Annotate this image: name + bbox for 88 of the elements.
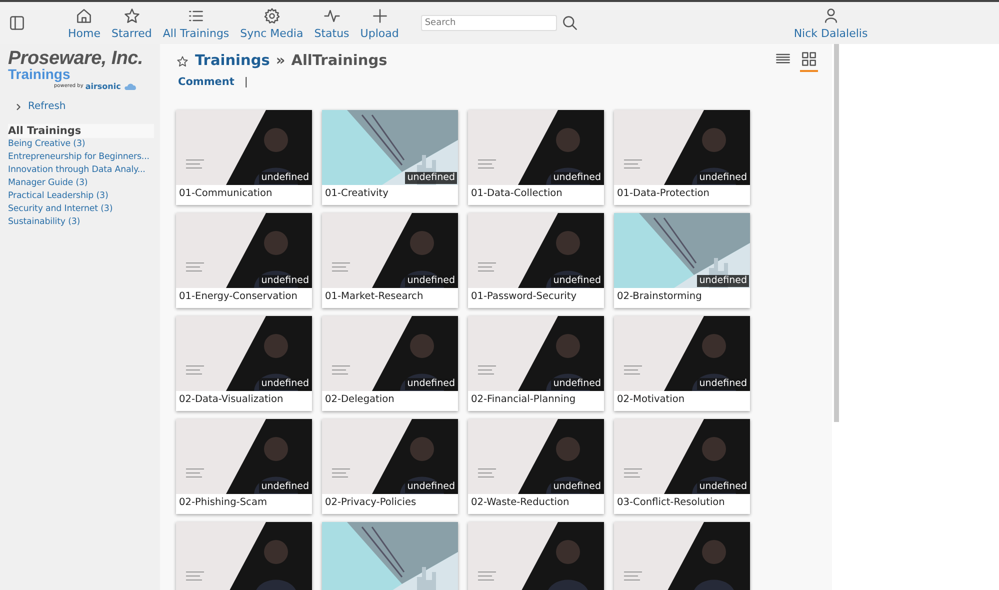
card-title: 03-Conflict-Resolution <box>616 496 726 508</box>
search-field[interactable]: Search <box>420 15 557 31</box>
training-card[interactable]: undefined 02-Data-Visualization <box>176 316 312 411</box>
duration-label: undefined <box>697 172 749 184</box>
duration-label: undefined <box>405 172 457 184</box>
duration-label: undefined <box>259 378 311 390</box>
training-card[interactable]: undefined 02-Phishing-Scam <box>176 419 312 514</box>
training-card[interactable]: undefined 01-Data-Collection <box>468 110 604 205</box>
duration-label: undefined <box>697 378 749 390</box>
duration-label: undefined <box>405 275 457 287</box>
training-card[interactable] <box>176 522 312 590</box>
duration-label: undefined <box>697 275 749 287</box>
nav-link[interactable]: Home <box>68 6 100 40</box>
duration-label: undefined <box>259 481 311 493</box>
card-title: 02-Data-Visualization <box>178 393 284 405</box>
training-card[interactable]: undefined 01-Communication <box>176 110 312 205</box>
duration-label: undefined <box>405 481 457 493</box>
scrollbar[interactable] <box>834 44 839 422</box>
duration-label: undefined <box>551 481 603 493</box>
sidebar-item[interactable]: Innovation through Data Analy... <box>8 164 146 177</box>
training-card[interactable]: undefined 02-Privacy-Policies <box>322 419 458 514</box>
card-title: 02-Financial-Planning <box>470 393 577 405</box>
card-title: 02-Motivation <box>616 393 686 405</box>
training-card[interactable]: undefined 02-Waste-Reduction <box>468 419 604 514</box>
duration-label: undefined <box>259 172 311 184</box>
cloud-icon <box>122 81 137 91</box>
sidebar-icon <box>8 14 26 32</box>
divider-text: | <box>244 76 248 88</box>
nav-link[interactable]: Upload <box>360 6 399 40</box>
card-title: 01-Data-Collection <box>470 187 564 199</box>
plus-icon <box>370 6 389 24</box>
star-icon <box>176 54 189 68</box>
duration-label: undefined <box>697 481 749 493</box>
card-title: 01-Creativity <box>324 187 390 199</box>
card-title: 01-Password-Security <box>470 290 578 302</box>
home-icon <box>75 6 94 24</box>
card-title: 02-Privacy-Policies <box>324 496 418 508</box>
nav-link[interactable]: Starred <box>111 6 152 40</box>
sidebar-heading[interactable]: All Trainings <box>8 124 154 138</box>
training-card[interactable]: undefined 02-Delegation <box>322 316 458 411</box>
nav-link[interactable]: Sync Media <box>240 6 304 40</box>
sidebar-item[interactable]: Manager Guide (3) <box>8 177 88 190</box>
duration-label: undefined <box>259 275 311 287</box>
card-title: 01-Energy-Conservation <box>178 290 298 302</box>
card-title: 02-Waste-Reduction <box>470 496 570 508</box>
training-card[interactable] <box>468 522 604 590</box>
card-title: 01-Communication <box>178 187 274 199</box>
nav-link[interactable]: All Trainings <box>162 6 230 40</box>
training-card[interactable]: undefined 01-Data-Protection <box>614 110 750 205</box>
training-card[interactable]: undefined 02-Brainstorming <box>614 213 750 308</box>
training-card[interactable]: undefined 01-Energy-Conservation <box>176 213 312 308</box>
grid-view-button[interactable] <box>800 50 818 72</box>
sidebar-item[interactable]: Sustainability (3) <box>8 216 80 229</box>
settings-icon <box>262 6 281 24</box>
duration-label: undefined <box>551 172 603 184</box>
search-icon <box>560 14 579 32</box>
breadcrumb-current: AllTrainings <box>291 53 388 69</box>
card-title: 02-Brainstorming <box>616 290 703 302</box>
training-card[interactable] <box>614 522 750 590</box>
training-card[interactable]: undefined 02-Financial-Planning <box>468 316 604 411</box>
product-name: Trainings <box>8 68 70 81</box>
duration-label: undefined <box>551 378 603 390</box>
refresh-link[interactable]: Refresh <box>14 101 66 112</box>
card-title: 01-Data-Protection <box>616 187 710 199</box>
training-card[interactable]: undefined 03-Conflict-Resolution <box>614 419 750 514</box>
breadcrumb-separator: » <box>276 53 286 69</box>
duration-label: undefined <box>405 378 457 390</box>
card-title: 02-Delegation <box>324 393 396 405</box>
user-link[interactable]: Nick Dalalelis <box>794 6 868 40</box>
comment-link[interactable]: Comment <box>178 76 234 88</box>
search-button[interactable] <box>560 14 579 32</box>
nav-link[interactable]: Status <box>314 6 350 40</box>
training-card[interactable]: undefined 01-Password-Security <box>468 213 604 308</box>
sidebar-item[interactable]: Security and Internet (3) <box>8 203 113 216</box>
card-title: 02-Phishing-Scam <box>178 496 268 508</box>
duration-label: undefined <box>551 275 603 287</box>
training-card[interactable]: undefined 02-Motivation <box>614 316 750 411</box>
star-icon <box>122 6 141 24</box>
sidebar-item[interactable]: Entrepreneurship for Beginners... <box>8 151 150 164</box>
brand-name: airsonic <box>85 82 121 90</box>
training-card[interactable]: undefined 01-Market-Research <box>322 213 458 308</box>
breadcrumb-link[interactable]: Trainings <box>195 53 270 69</box>
grid-view-icon <box>800 50 818 68</box>
sidebar-item[interactable]: Practical Leadership (3) <box>8 190 108 203</box>
sidebar-item[interactable]: Being Creative (3) <box>8 138 86 151</box>
company-logo-text: Proseware, Inc. <box>8 50 143 68</box>
card-title: 01-Market-Research <box>324 290 424 302</box>
training-card[interactable]: undefined 01-Creativity <box>322 110 458 205</box>
